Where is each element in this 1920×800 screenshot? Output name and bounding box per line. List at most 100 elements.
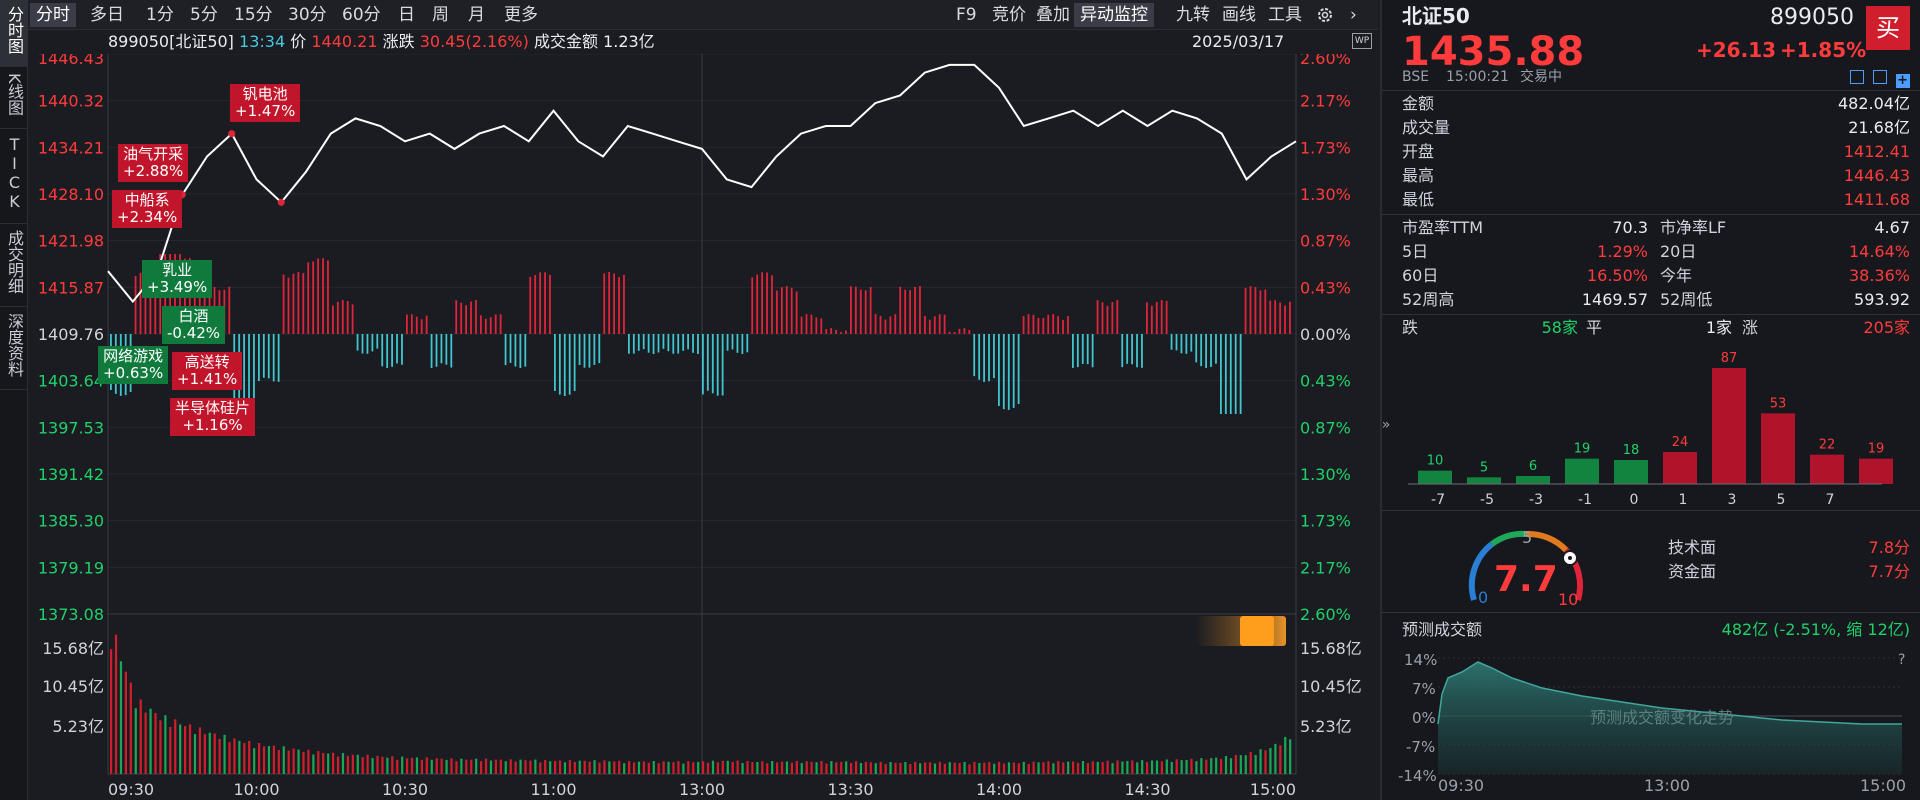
buy-button[interactable]: 买	[1866, 6, 1910, 50]
volume-bar	[1249, 751, 1252, 774]
volume-bar	[1106, 760, 1109, 774]
tag-dairy[interactable]: 乳业 +3.49%	[142, 260, 213, 298]
volume-bar	[756, 762, 759, 774]
tab-intraday[interactable]: 分时	[30, 3, 76, 27]
volume-bar	[1239, 755, 1242, 774]
draw-line-button[interactable]: 画线	[1216, 3, 1262, 27]
volume-bar	[396, 759, 399, 774]
pb-label: 市净率LF	[1660, 218, 1727, 237]
volume-bar	[203, 734, 206, 774]
tag-bonus-shares[interactable]: 高送转 +1.41%	[172, 352, 243, 390]
anomaly-monitor-button[interactable]: 异动监控	[1074, 3, 1154, 27]
price-tick: 1385.30	[38, 512, 104, 531]
wp-icon[interactable]: WP	[1352, 33, 1372, 49]
tab-30min[interactable]: 30分	[282, 3, 333, 27]
volume-bar	[1175, 759, 1178, 774]
tools-button[interactable]: 工具	[1262, 3, 1308, 27]
tag-online-games[interactable]: 网络游戏 +0.63%	[98, 346, 169, 384]
forecast-y-14: 14%	[1404, 651, 1438, 669]
tag-vanadium-battery[interactable]: 钒电池 +1.47%	[230, 84, 301, 122]
flow-bar	[889, 316, 892, 334]
20d-value: 14.64%	[1848, 242, 1910, 261]
volume-bar	[1136, 762, 1139, 774]
flow-bar	[554, 334, 556, 392]
auction-button[interactable]: 竞价	[986, 3, 1032, 27]
price-tick: 1391.42	[38, 465, 104, 484]
tab-more[interactable]: 更多	[498, 3, 544, 27]
volume-bar	[119, 661, 123, 774]
distribution-tick: -3	[1529, 492, 1543, 508]
flow-bar	[282, 274, 285, 334]
volume-bar	[164, 715, 167, 774]
volume-bar	[603, 760, 606, 774]
volume-bar	[1086, 763, 1089, 774]
price-tick: 1373.08	[38, 605, 104, 624]
distribution-tick: -7	[1431, 492, 1445, 508]
volume-bar	[277, 750, 280, 774]
vtab-trade-detail[interactable]: 成交明细	[0, 224, 28, 307]
flow-bar	[697, 334, 699, 354]
volume-bar	[1057, 761, 1060, 774]
vtab-kline[interactable]: K线图	[0, 67, 28, 129]
volume-bar	[894, 762, 897, 774]
nine-turn-button[interactable]: 九转	[1170, 3, 1216, 27]
volume-bar	[845, 761, 848, 774]
flow-bar	[460, 302, 463, 334]
flow-bar	[943, 314, 946, 334]
edit-icon[interactable]	[1850, 70, 1864, 84]
chevron-right-icon[interactable]: ›	[1344, 3, 1363, 27]
distribution-tick: 7	[1826, 492, 1835, 508]
tab-5min[interactable]: 5分	[184, 3, 224, 27]
collapse-handle-icon[interactable]: »	[1380, 410, 1392, 440]
price-tick: 1409.76	[38, 325, 104, 344]
period-toolbar: 分时 多日 1分 5分 15分 30分 60分 日 周 月 更多 F9 竞价 叠…	[28, 0, 1378, 30]
time-axis: 09:30 10:00 10:30 11:00 13:00 13:30 14:00 14:30…	[108, 780, 1296, 799]
window-icon[interactable]	[1872, 70, 1887, 84]
flow-bar	[524, 334, 527, 367]
tab-month[interactable]: 月	[462, 3, 491, 27]
tab-60min[interactable]: 60分	[336, 3, 387, 27]
volume-bar	[578, 760, 581, 774]
tab-day[interactable]: 日	[392, 3, 421, 27]
overlay-button[interactable]: 叠加	[1030, 3, 1076, 27]
tag-oil-gas[interactable]: 油气开采 +2.88%	[118, 144, 189, 182]
flow-bar	[1086, 334, 1089, 365]
volume-bar	[652, 761, 655, 774]
volume-bar	[1131, 760, 1134, 774]
tab-week[interactable]: 周	[426, 3, 455, 27]
help-icon[interactable]: ?	[1898, 648, 1905, 672]
vtab-intraday[interactable]: 分时图	[0, 0, 28, 67]
tag-silicon-wafer[interactable]: 半导体硅片 +1.16%	[170, 398, 256, 436]
volume-bar	[943, 763, 946, 774]
vtab-tick[interactable]: TICK	[0, 129, 28, 224]
vtab-depth[interactable]: 深度资料	[0, 307, 28, 390]
tag-liquor[interactable]: 白酒 -0.42%	[162, 306, 226, 344]
flow-bar	[307, 262, 310, 334]
flow-bar	[1072, 334, 1074, 368]
distribution-tick: -5	[1480, 492, 1494, 508]
add-icon[interactable]: +	[1895, 74, 1910, 88]
volume-bar	[198, 727, 201, 774]
tab-15min[interactable]: 15分	[228, 3, 279, 27]
flow-bar	[440, 334, 443, 364]
flow-bar	[415, 316, 418, 334]
flow-bar	[1150, 305, 1153, 334]
flow-bar	[1126, 334, 1129, 364]
flow-bar	[267, 334, 270, 379]
gear-icon[interactable]	[1310, 3, 1340, 27]
flow-bar	[1234, 334, 1237, 414]
f9-button[interactable]: F9	[950, 3, 983, 27]
flow-bar	[820, 318, 823, 334]
flow-bar	[825, 329, 828, 334]
volume-bar	[1067, 761, 1070, 774]
tag-shipbuilding[interactable]: 中船系 +2.34%	[112, 190, 183, 228]
flow-bar	[287, 277, 290, 334]
tab-1min[interactable]: 1分	[140, 3, 180, 27]
price-tick: 1403.64	[38, 372, 104, 391]
volume-bar	[938, 761, 941, 774]
flow-bar	[529, 276, 532, 334]
volume-bar	[455, 761, 458, 774]
52w-high-value: 1469.57	[1581, 290, 1648, 309]
tab-multiday[interactable]: 多日	[84, 3, 130, 27]
flow-bar	[356, 334, 359, 351]
